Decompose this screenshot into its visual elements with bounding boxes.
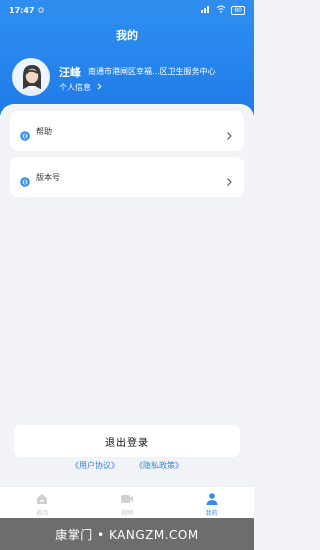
page-title: 我的 — [116, 29, 138, 42]
avatar-illustration-icon — [13, 59, 49, 95]
tab-label: 我的 — [205, 509, 218, 517]
avatar[interactable] — [12, 58, 50, 96]
watermark: 康掌门 • KANGZM.COM — [0, 518, 254, 550]
signal-icon — [201, 5, 211, 15]
status-bar: 17:47 80 — [0, 0, 254, 20]
tab-label: 视频 — [121, 509, 134, 517]
user-organization: 南通市港闸区幸福...区卫生服务中心 — [88, 67, 216, 76]
tab-label: 首页 — [36, 509, 49, 517]
menu-item-label: 帮助 — [36, 126, 52, 136]
tab-video[interactable]: 视频 — [85, 487, 170, 520]
logout-button[interactable]: 退出登录 — [14, 425, 240, 457]
home-icon — [35, 491, 49, 505]
profile-info-label: 个人信息 — [59, 83, 91, 92]
person-icon — [205, 491, 219, 505]
menu-item-version[interactable]: 版本号 — [10, 157, 244, 197]
profile-info-link[interactable]: 个人信息 — [59, 82, 102, 93]
chevron-right-icon — [224, 126, 234, 140]
menu-item-help[interactable]: 帮助 — [10, 111, 244, 151]
info-circle-icon — [20, 126, 30, 141]
user-name: 汪峰 — [59, 66, 81, 79]
tab-home[interactable]: 首页 — [0, 487, 85, 520]
tab-mine[interactable]: 我的 — [169, 487, 254, 520]
status-icons: 80 — [201, 5, 245, 15]
bottom-tab-bar: 首页 视频 我的 — [0, 486, 254, 520]
user-agreement-link[interactable]: 《用户协议》 — [71, 460, 119, 471]
chevron-right-icon — [224, 172, 234, 186]
video-icon — [120, 491, 134, 505]
privacy-policy-link[interactable]: 《隐私政策》 — [135, 460, 183, 471]
battery-icon: 80 — [231, 5, 245, 15]
wifi-icon — [216, 5, 226, 15]
info-circle-icon — [20, 172, 30, 187]
header-background: 17:47 80 我的 汪峰 南通市港闸区幸福...区卫生服务中心 个人信息 — [0, 0, 254, 115]
legal-links: 《用户协议》 《隐私政策》 — [0, 460, 254, 471]
status-time: 17:47 — [9, 5, 35, 15]
chevron-right-icon — [97, 83, 102, 92]
status-sync-icon — [38, 6, 45, 15]
menu-item-label: 版本号 — [36, 172, 60, 182]
